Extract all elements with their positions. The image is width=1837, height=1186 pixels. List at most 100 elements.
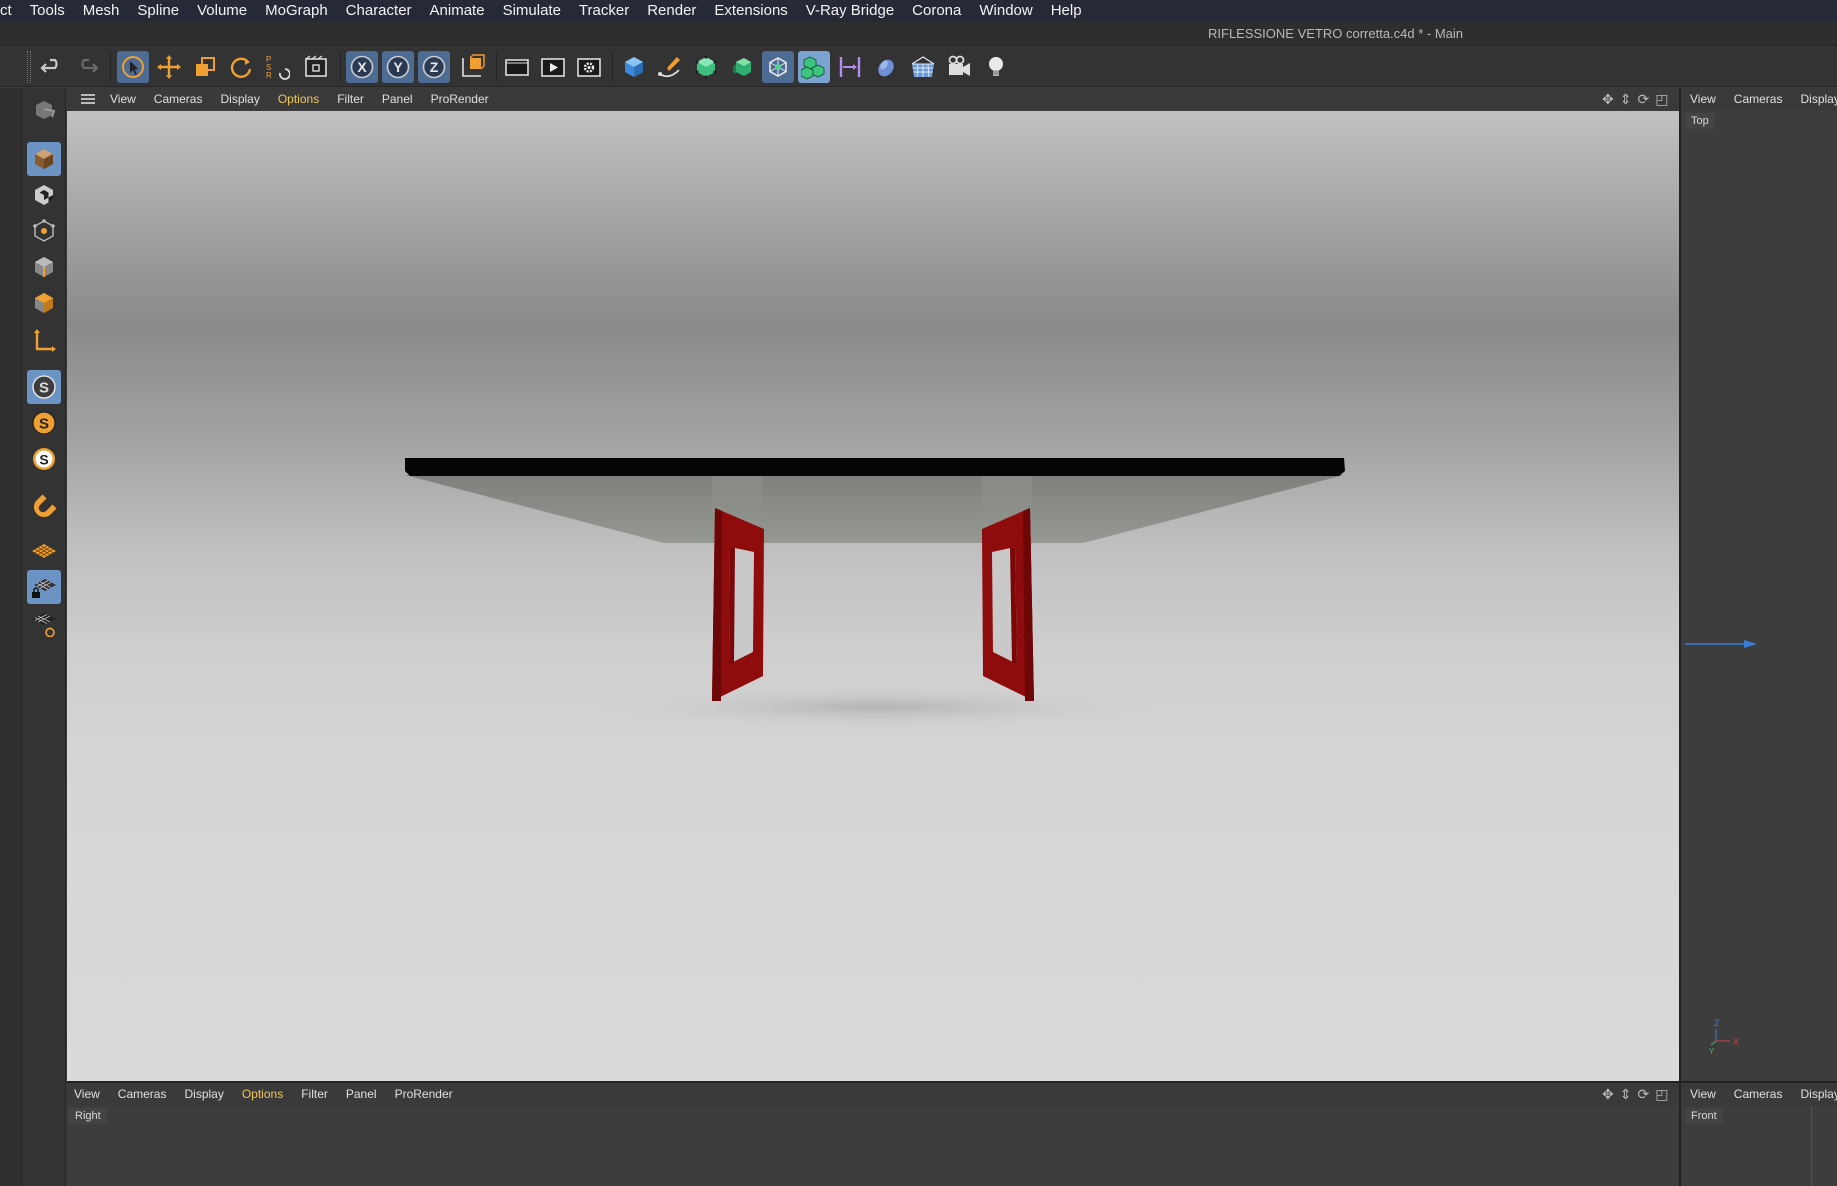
planar-workplane-icon[interactable] [27, 606, 61, 640]
pan-view-icon[interactable]: ✥ [1602, 1087, 1614, 1101]
maximize-view-icon[interactable]: ◰ [1655, 1087, 1668, 1101]
solo-single-icon[interactable]: S [27, 406, 61, 440]
solo-label: S [39, 380, 49, 397]
viewport-menu-prorender[interactable]: ProRender [422, 92, 498, 106]
top-viewport[interactable]: Top Z X Y [1681, 111, 1837, 1081]
menu-corona[interactable]: Corona [903, 0, 970, 22]
menu-simulate[interactable]: Simulate [494, 0, 570, 22]
viewport-menu-cameras[interactable]: Cameras [1725, 92, 1792, 106]
viewport-menu-filter[interactable]: Filter [328, 92, 373, 106]
menu-project-truncated[interactable]: ct [0, 0, 21, 22]
menu-window[interactable]: Window [970, 0, 1041, 22]
coordinate-system-icon[interactable] [456, 51, 488, 83]
workplane-icon[interactable] [27, 534, 61, 568]
toolbar-separator [496, 53, 497, 81]
deformer-icon[interactable] [834, 51, 866, 83]
cube-primitive-icon[interactable] [618, 51, 650, 83]
viewport-menu-options[interactable]: Options [269, 92, 328, 106]
viewport-menu-cameras[interactable]: Cameras [109, 1087, 176, 1101]
viewport-name-label: Front [1685, 1108, 1723, 1124]
cloner-icon[interactable] [798, 51, 830, 83]
rotate-icon[interactable] [225, 51, 257, 83]
recent-tools-icon[interactable] [300, 51, 332, 83]
menu-help[interactable]: Help [1042, 0, 1091, 22]
axis-mode-icon[interactable] [27, 324, 61, 358]
perspective-viewport[interactable] [67, 111, 1679, 1081]
menu-vray-bridge[interactable]: V-Ray Bridge [797, 0, 903, 22]
scale-icon[interactable] [189, 51, 221, 83]
menu-volume[interactable]: Volume [188, 0, 256, 22]
maximize-view-icon[interactable]: ◰ [1655, 92, 1668, 106]
menu-character[interactable]: Character [337, 0, 421, 22]
render-view-icon[interactable] [501, 51, 533, 83]
dolly-view-icon[interactable]: ⇕ [1620, 1087, 1632, 1101]
solo-off-icon[interactable]: S [27, 370, 61, 404]
viewport-menu-filter[interactable]: Filter [292, 1087, 337, 1101]
viewport-divider-horizontal[interactable] [67, 1081, 1837, 1083]
menu-mesh[interactable]: Mesh [74, 0, 129, 22]
snap-icon[interactable] [27, 488, 61, 522]
menu-animate[interactable]: Animate [421, 0, 494, 22]
main-viewport-menubar: View Cameras Display Options Filter Pane… [67, 88, 1679, 110]
subdivision-surface-icon[interactable] [690, 51, 722, 83]
viewport-menu-panel[interactable]: Panel [337, 1087, 386, 1101]
viewport-menu-view[interactable]: View [1681, 1087, 1725, 1101]
undo-icon[interactable] [36, 51, 68, 83]
solo-hierarchy-icon[interactable]: S [27, 442, 61, 476]
light-icon[interactable] [980, 51, 1012, 83]
right-viewport-menubar: View Cameras Display Options Filter Pane… [67, 1083, 1679, 1105]
viewport-menu-options[interactable]: Options [233, 1087, 292, 1101]
dolly-view-icon[interactable]: ⇕ [1620, 92, 1632, 106]
model-mode-icon[interactable] [27, 142, 61, 176]
psr-coordinates-icon[interactable]: PSR [261, 51, 293, 83]
viewport-name-label: Right [69, 1108, 107, 1124]
menu-render[interactable]: Render [638, 0, 705, 22]
toolbar-grip[interactable] [27, 51, 31, 83]
field-icon[interactable] [870, 51, 902, 83]
right-viewport[interactable]: Right [67, 1106, 1679, 1186]
render-to-picture-viewer-icon[interactable] [537, 51, 569, 83]
make-editable-icon[interactable] [27, 94, 61, 128]
z-axis-lock-icon[interactable]: Z [418, 51, 450, 83]
y-axis-lock-icon[interactable]: Y [382, 51, 414, 83]
viewport-menu-display[interactable]: Display [1791, 92, 1837, 106]
viewport-menu-cameras[interactable]: Cameras [145, 92, 212, 106]
menu-tools[interactable]: Tools [21, 0, 74, 22]
camera-icon[interactable] [943, 51, 975, 83]
floor-environment-icon[interactable] [907, 51, 939, 83]
edges-mode-icon[interactable] [27, 250, 61, 284]
menu-extensions[interactable]: Extensions [705, 0, 796, 22]
left-edge-strip [0, 88, 22, 1186]
move-icon[interactable] [153, 51, 185, 83]
viewport-menu-icon[interactable] [81, 94, 95, 104]
array-icon[interactable] [762, 51, 794, 83]
rendered-scene [405, 458, 1345, 729]
orbit-view-icon[interactable]: ⟳ [1637, 1087, 1649, 1101]
front-viewport[interactable]: Front [1681, 1106, 1837, 1186]
orbit-view-icon[interactable]: ⟳ [1637, 92, 1649, 106]
menu-tracker[interactable]: Tracker [570, 0, 638, 22]
pen-spline-icon[interactable] [654, 51, 686, 83]
extrude-generator-icon[interactable] [726, 51, 758, 83]
menu-mograph[interactable]: MoGraph [256, 0, 337, 22]
x-axis-lock-icon[interactable]: X [346, 51, 378, 83]
viewport-menu-display[interactable]: Display [175, 1087, 232, 1101]
redo-icon[interactable] [71, 51, 103, 83]
pan-view-icon[interactable]: ✥ [1602, 92, 1614, 106]
viewport-menu-display[interactable]: Display [211, 92, 268, 106]
viewport-menu-view[interactable]: View [101, 92, 145, 106]
locked-workplane-icon[interactable] [27, 570, 61, 604]
points-mode-icon[interactable] [27, 214, 61, 248]
viewport-menu-prorender[interactable]: ProRender [386, 1087, 462, 1101]
polygons-mode-icon[interactable] [27, 286, 61, 320]
viewport-menu-view[interactable]: View [67, 1087, 109, 1101]
viewport-menu-panel[interactable]: Panel [373, 92, 422, 106]
axis-x-label: X [1733, 1037, 1739, 1047]
live-selection-icon[interactable] [117, 51, 149, 83]
viewport-menu-view[interactable]: View [1681, 92, 1725, 106]
viewport-menu-cameras[interactable]: Cameras [1725, 1087, 1792, 1101]
viewport-menu-display[interactable]: Display [1791, 1087, 1837, 1101]
render-settings-icon[interactable] [573, 51, 605, 83]
texture-mode-icon[interactable] [27, 178, 61, 212]
menu-spline[interactable]: Spline [128, 0, 188, 22]
